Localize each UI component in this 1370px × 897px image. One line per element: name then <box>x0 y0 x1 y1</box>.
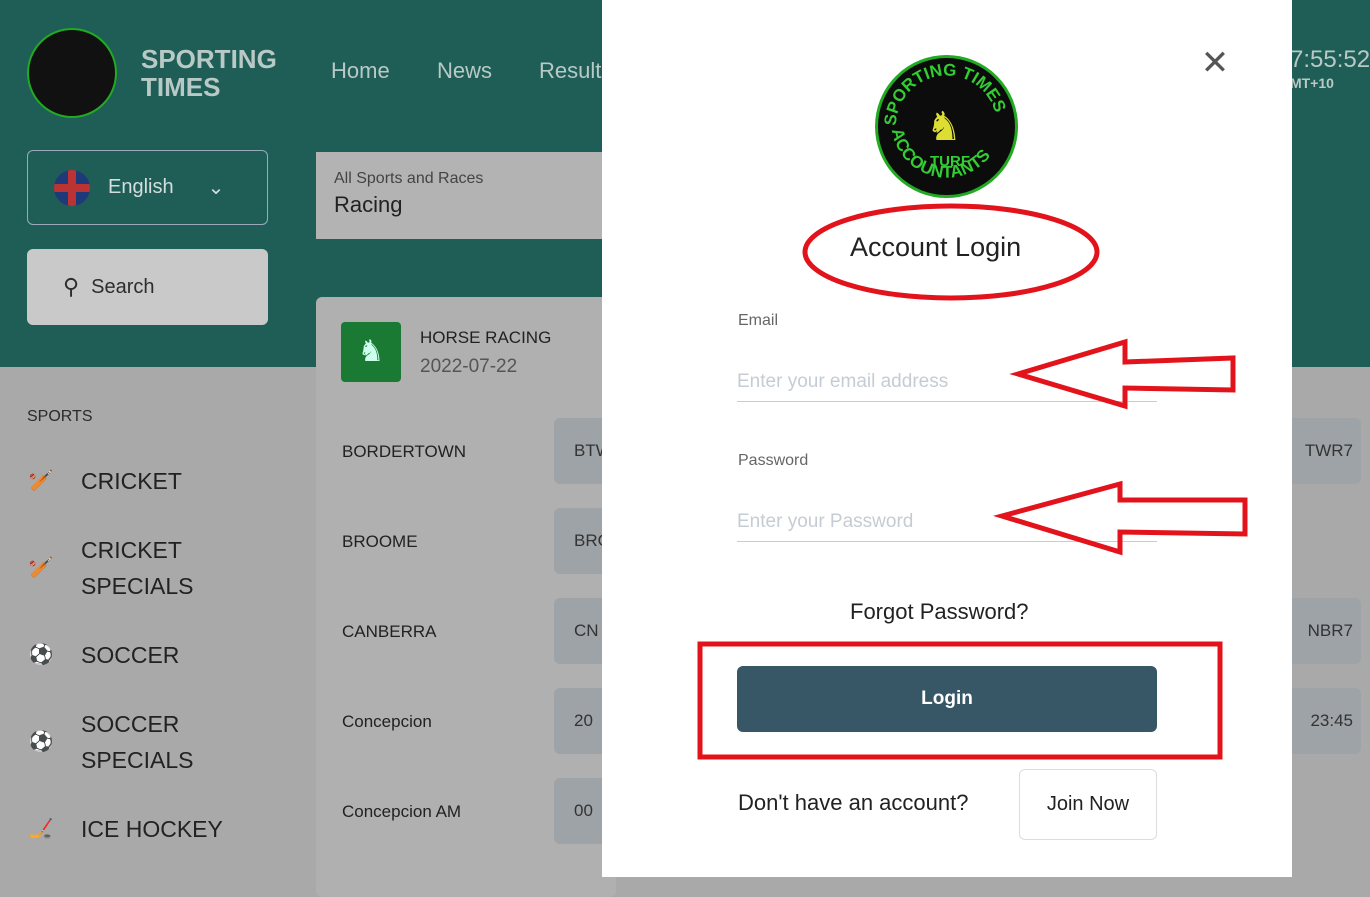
language-select[interactable]: English ⌄ <box>27 150 268 225</box>
search-icon: ⚲ <box>63 274 80 299</box>
sidebar-item-soccer-specials[interactable]: ⚽ SOCCER SPECIALS <box>27 706 194 778</box>
soccer-ball-icon: ⚽ <box>28 731 54 753</box>
modal-logo: SPORTING TIMES ACCOUNTANTS TURF ♞ <box>875 55 1018 198</box>
timezone: MT+10 <box>1290 75 1334 91</box>
track-name[interactable]: CANBERRA <box>342 622 436 642</box>
password-field[interactable] <box>737 502 1157 542</box>
race-cell[interactable]: NBR7 <box>1292 598 1361 664</box>
label-line: CRICKET <box>81 537 182 563</box>
sport-label: CRICKET SPECIALS <box>81 532 194 604</box>
brand-line: TIMES <box>141 72 221 102</box>
filter-label: All Sports and Races <box>334 170 484 187</box>
cricket-icon: 🏏 <box>28 557 54 579</box>
close-icon[interactable]: ✕ <box>1200 46 1230 80</box>
race-cell[interactable]: 23:45 <box>1292 688 1361 754</box>
forgot-password-link[interactable]: Forgot Password? <box>850 599 1029 625</box>
label-line: SPECIALS <box>81 573 194 599</box>
racing-date: 2022-07-22 <box>420 356 518 377</box>
search-label: Search <box>91 275 155 298</box>
svg-text:♞: ♞ <box>926 105 962 149</box>
login-button[interactable]: Login <box>737 666 1157 732</box>
sport-filter[interactable]: All Sports and Races Racing <box>316 152 616 239</box>
track-name[interactable]: Concepcion AM <box>342 802 461 822</box>
soccer-ball-icon: ⚽ <box>28 644 54 666</box>
track-name[interactable]: BROOME <box>342 532 418 552</box>
nav-results[interactable]: Result <box>539 58 601 84</box>
language-value: English <box>108 176 174 198</box>
site-logo[interactable] <box>27 28 117 118</box>
sidebar-item-ice-hockey[interactable]: 🏒 ICE HOCKEY <box>27 811 223 847</box>
sports-heading: SPORTS <box>27 408 93 425</box>
track-name[interactable]: Concepcion <box>342 712 432 732</box>
label-line: SPECIALS <box>81 747 194 773</box>
svg-text:TURF: TURF <box>930 153 970 170</box>
brand-name: SPORTING TIMES <box>141 45 277 101</box>
email-label: Email <box>738 312 779 329</box>
password-label: Password <box>738 452 809 469</box>
hockey-sticks-icon: 🏒 <box>28 818 54 840</box>
cricket-icon: 🏏 <box>28 470 54 492</box>
no-account-text: Don't have an account? <box>738 790 969 815</box>
label-line: SOCCER <box>81 711 180 737</box>
modal-title: Account Login <box>850 232 1022 262</box>
search-button[interactable]: ⚲ Search <box>27 249 268 325</box>
sport-label: ICE HOCKEY <box>81 816 223 842</box>
race-cell[interactable]: TWR7 <box>1292 418 1361 484</box>
sport-label: SOCCER <box>81 642 180 668</box>
sidebar-item-cricket-specials[interactable]: 🏏 CRICKET SPECIALS <box>27 532 194 604</box>
clock: 7:55:52 <box>1290 46 1370 73</box>
nav-news[interactable]: News <box>437 58 492 84</box>
filter-value: Racing <box>334 192 403 217</box>
racing-title: HORSE RACING <box>420 328 552 347</box>
sidebar-item-soccer[interactable]: ⚽ SOCCER <box>27 637 180 673</box>
sport-label: SOCCER SPECIALS <box>81 706 194 778</box>
horse-icon: ♞ <box>341 322 401 382</box>
sidebar-item-cricket[interactable]: 🏏 CRICKET <box>27 463 182 499</box>
sport-label: CRICKET <box>81 468 182 494</box>
track-name[interactable]: BORDERTOWN <box>342 442 466 462</box>
nav-home[interactable]: Home <box>331 58 390 84</box>
brand-line: SPORTING <box>141 44 277 74</box>
chevron-down-icon: ⌄ <box>207 177 225 199</box>
email-field[interactable] <box>737 362 1157 402</box>
join-now-button[interactable]: Join Now <box>1019 769 1157 840</box>
uk-flag-icon <box>54 169 90 206</box>
